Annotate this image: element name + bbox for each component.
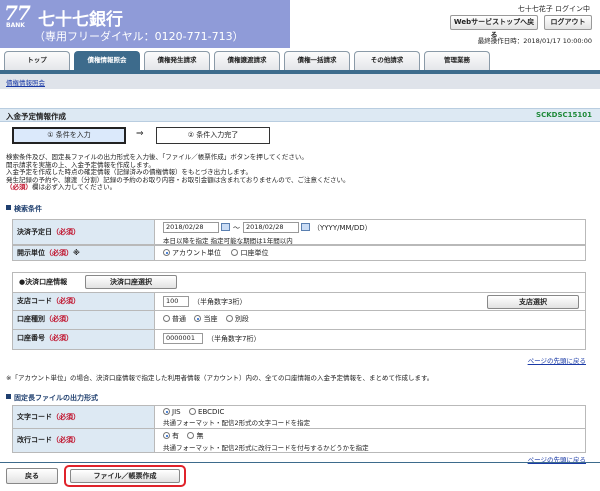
tab-top[interactable]: トップ [4,51,70,70]
settlement-account-title: ●決済口座情報 [19,278,68,286]
tab-bulk-request[interactable]: 債権一括請求 [284,51,350,70]
branch-select-button[interactable]: 支店選択 [487,295,579,309]
disclosure-unit-options: アカウント単位 口座単位 [159,246,585,260]
account-number-hint: （半角数字7桁） [207,335,261,343]
radio-current[interactable] [194,315,202,322]
account-number-label: 口座番号（必須） [13,330,155,349]
free-dial: （専用フリーダイヤル：0120-771-713） [34,30,244,43]
account-type-label: 口座種別（必須） [13,311,155,329]
char-code-note: 共通フォーマット・配信2形式の文字コードを指定 [163,419,311,427]
subnav-claim-inquiry-link[interactable]: 債権情報照会 [6,77,45,87]
header: 77 BANK 七十七銀行 （専用フリーダイヤル：0120-771-713） 七… [0,0,600,48]
date-range-tilde: ～ [233,224,240,232]
date-to-input[interactable]: 2018/02/28 [243,222,299,233]
radio-newline-no[interactable] [187,432,195,439]
tab-claim-transfer[interactable]: 債権譲渡請求 [214,51,280,70]
step-arrow: ⇒ [136,129,144,139]
section-title: 固定長ファイルの出力形式 [14,394,98,402]
account-unit-note: ※「アカウント単位」の場合、決済口座情報で指定した利用者情報（アカウント）内の、… [6,374,434,382]
screen-id: SCKDSC15101 [536,111,592,119]
calendar-to-icon[interactable] [301,223,310,231]
required-mark: （必須） [6,183,32,192]
settlement-date-row: 決済予定日（必須） 2018/02/28 ～ 2018/02/28 （YYYY/… [12,219,586,245]
back-button[interactable]: 戻る [6,468,58,484]
branch-code-row: 支店コード（必須） 100 （半角数字3桁） 支店選択 [13,292,585,311]
page-title: 入金予定情報作成 [6,112,66,121]
date-from-input[interactable]: 2018/02/28 [163,222,219,233]
instruction-line: （必須）欄は必ず入力してください。 [6,184,586,192]
logo-bank-text: BANK [6,22,25,29]
step-conditions-complete: ② 条件入力完了 [156,127,270,144]
section-title: 検索条件 [14,205,42,213]
branch-code-value: 100 （半角数字3桁） 支店選択 [159,293,585,310]
newline-code-row: 改行コード（必須） 有 無 共通フォーマット・配信2形式に改行コードを付与するか… [12,429,586,453]
newline-code-label: 改行コード（必須） [13,429,155,452]
disclosure-unit-label: 開示単位（必須）※ [13,246,155,260]
output-format-heading: 固定長ファイルの出力形式 [6,393,98,403]
last-operation-time: 最終操作日時：2018/01/17 10:00:00 [477,37,592,45]
branch-code-label: 支店コード（必須） [13,293,155,310]
radio-jis[interactable] [163,408,170,415]
branch-code-hint: （半角数字3桁） [193,298,247,306]
tab-other-request[interactable]: その他請求 [354,51,420,70]
settlement-date-label: 決済予定日（必須） [13,220,155,244]
settlement-account-select-button[interactable]: 決済口座選択 [85,275,177,289]
file-report-create-button[interactable]: ファイル／帳票作成 [70,469,180,483]
tab-claim-issue[interactable]: 債権発生請求 [144,51,210,70]
radio-ordinary[interactable] [163,315,170,322]
newline-code-options: 有 無 共通フォーマット・配信2形式に改行コードを付与するかどうかを指定 [159,429,585,452]
tab-claim-inquiry[interactable]: 債権情報照会 [74,51,140,70]
tab-management[interactable]: 管理業務 [424,51,490,70]
square-bullet-icon [6,394,11,399]
search-conditions-heading: 検索条件 [6,204,42,214]
main-tabs: トップ 債権情報照会 債権発生請求 債権譲渡請求 債権一括請求 その他請求 管理… [0,48,600,70]
account-type-row: 口座種別（必須） 普通 当座 別段 [13,311,585,330]
settlement-date-value: 2018/02/28 ～ 2018/02/28 （YYYY/MM/DD） 本日以… [159,220,585,245]
instruction-text: 欄は必ず入力してください。 [32,183,117,192]
radio-newline-yes[interactable] [163,432,170,439]
char-code-options: JIS EBCDIC 共通フォーマット・配信2形式の文字コードを指定 [159,406,585,428]
radio-account-type-unit[interactable] [231,249,239,256]
date-note: 本日以降を指定 指定可能な期間は1年間以内 [163,237,293,245]
account-number-input[interactable]: 0000001 [163,333,203,344]
disclosure-unit-row: 開示単位（必須）※ アカウント単位 口座単位 [12,245,586,261]
char-code-label: 文字コード（必須） [13,406,155,428]
brand-banner: 77 BANK 七十七銀行 （専用フリーダイヤル：0120-771-713） [0,0,290,48]
branch-code-input[interactable]: 100 [163,296,189,307]
footer-divider [0,462,600,463]
settlement-account-block: ●決済口座情報 決済口座選択 支店コード（必須） 100 （半角数字3桁） 支店… [12,272,586,350]
radio-ebcdic[interactable] [189,408,197,415]
bank-logo: 77 BANK [4,1,32,29]
square-bullet-icon [6,205,11,210]
date-format-hint: （YYYY/MM/DD） [313,224,372,232]
char-code-row: 文字コード（必須） JIS EBCDIC 共通フォーマット・配信2形式の文字コー… [12,405,586,429]
account-type-options: 普通 当座 別段 [159,311,585,329]
page-top-link[interactable]: ページの先頭に戻る [528,355,586,365]
account-number-row: 口座番号（必須） 0000001 （半角数字7桁） [13,330,585,349]
newline-code-note: 共通フォーマット・配信2形式に改行コードを付与するかどうかを指定 [163,444,369,452]
instructions: 検索条件及び、固定長ファイルの出力形式を入力後、「ファイル／帳票作成」ボタンを押… [6,153,586,192]
calendar-from-icon[interactable] [221,223,230,231]
radio-special[interactable] [225,315,233,322]
web-service-top-button[interactable]: Webサービストップへ戻る [450,15,538,39]
radio-account-unit[interactable] [163,249,170,256]
bank-name: 七十七銀行 [38,10,123,30]
sub-navigation: 債権情報照会 [0,74,600,89]
page-title-bar: 入金予定情報作成 SCKDSC15101 [0,108,600,122]
account-number-value: 0000001 （半角数字7桁） [159,330,585,349]
step-enter-conditions: ① 条件を入力 [12,127,126,144]
create-button-highlight: ファイル／帳票作成 [64,465,186,487]
user-name: 七十七花子 ログイン中 [517,5,590,13]
logout-button[interactable]: ログアウト [544,15,592,30]
